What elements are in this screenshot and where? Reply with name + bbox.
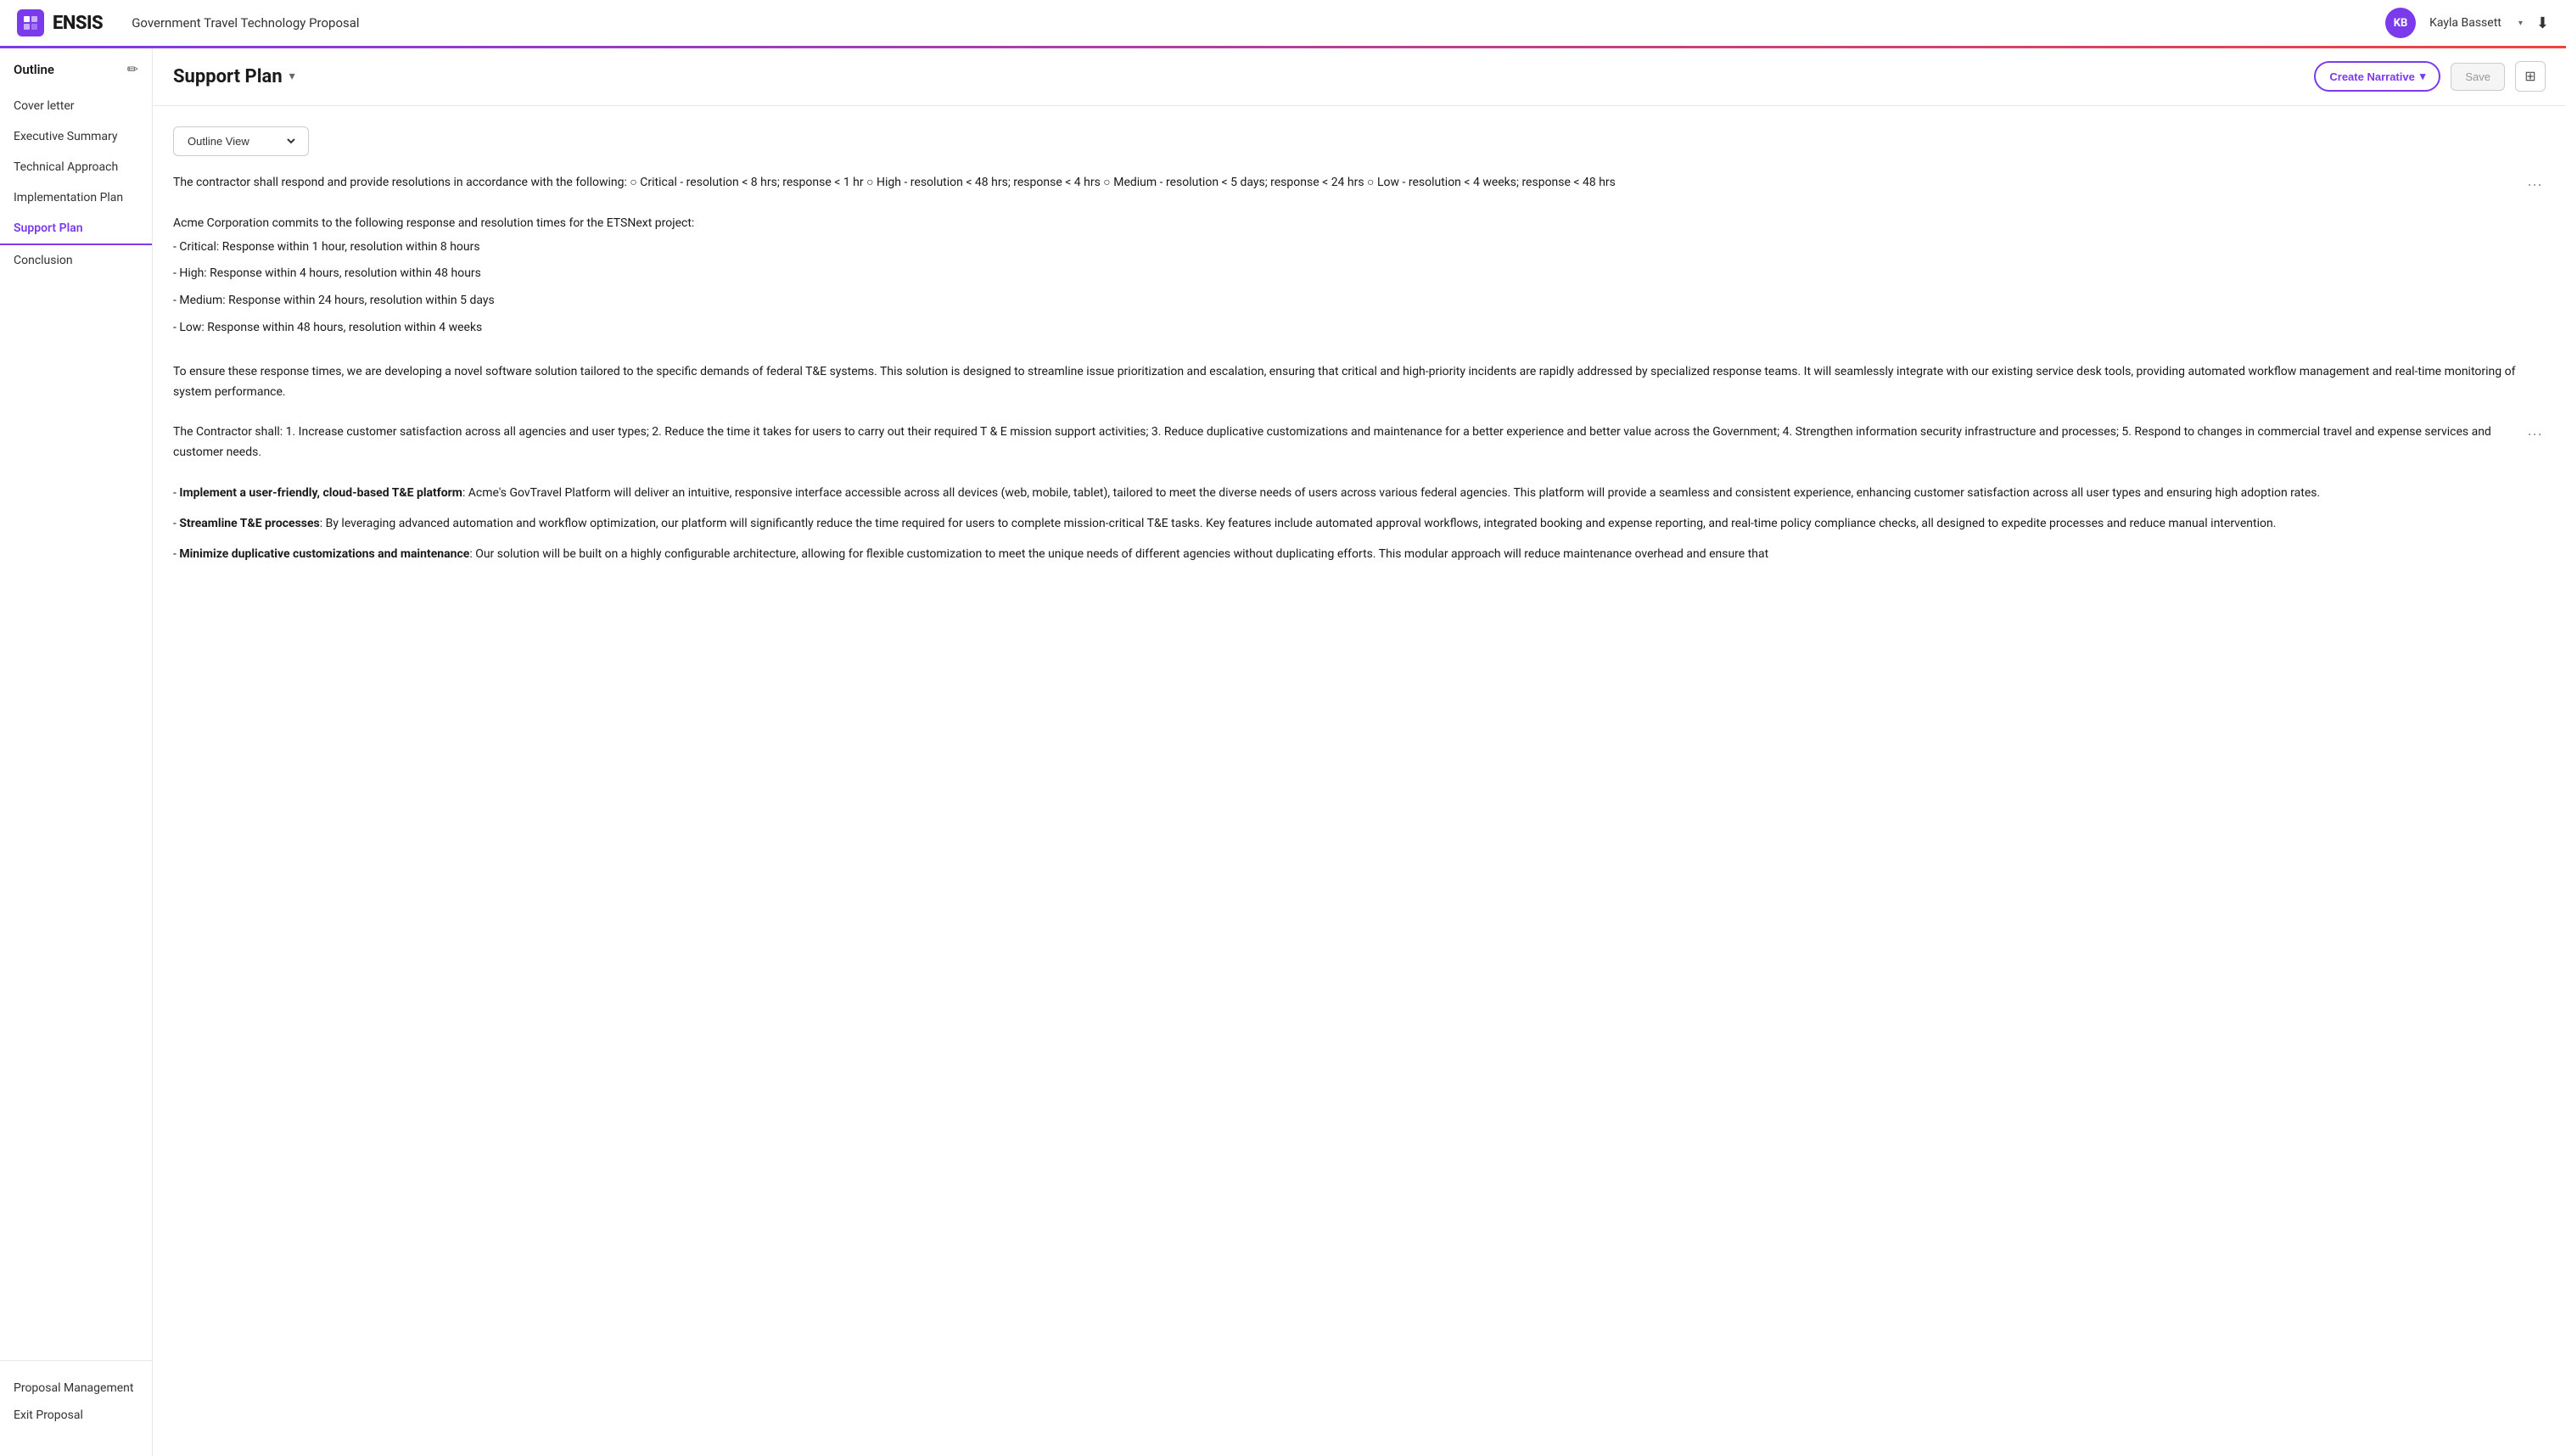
sidebar-title: Outline (14, 62, 54, 77)
columns-icon: ⊞ (2524, 68, 2535, 85)
project-title: Government Travel Technology Proposal (132, 15, 359, 31)
sidebar-item-technical-approach[interactable]: Technical Approach (0, 152, 152, 182)
sidebar-item-support-plan[interactable]: Support Plan (0, 213, 152, 245)
app-layout: Outline ✏ Cover letter Executive Summary… (0, 48, 2566, 1456)
save-button[interactable]: Save (2451, 63, 2505, 91)
page-title-area: Support Plan ▾ (173, 66, 295, 87)
create-narrative-chevron-icon: ▾ (2420, 70, 2426, 83)
view-selector-dropdown[interactable]: Outline View Detail View (184, 134, 298, 148)
sidebar-item-exit-proposal[interactable]: Exit Proposal (14, 1402, 138, 1429)
user-name: Kayla Bassett (2429, 16, 2502, 30)
content-block-1: The contractor shall respond and provide… (173, 173, 2546, 193)
content-area: Outline View Detail View The contractor … (153, 106, 2566, 1456)
block-4-text: The Contractor shall: 1. Increase custom… (173, 423, 2518, 463)
create-narrative-button[interactable]: Create Narrative ▾ (2314, 61, 2440, 92)
block-5-item-3: - Minimize duplicative customizations an… (173, 545, 2518, 565)
list-item: - Critical: Response within 1 hour, reso… (173, 234, 2518, 261)
logo-icon (17, 9, 44, 36)
content-block-5: - Implement a user-friendly, cloud-based… (173, 484, 2546, 564)
page-title-chevron-icon[interactable]: ▾ (289, 70, 295, 83)
block-1-menu-icon[interactable]: ⋯ (2524, 173, 2546, 198)
page-header: Support Plan ▾ Create Narrative ▾ Save ⊞ (153, 48, 2566, 106)
sidebar-header: Outline ✏ (0, 61, 152, 91)
list-item: - Low: Response within 48 hours, resolut… (173, 315, 2518, 342)
block-4-menu-icon[interactable]: ⋯ (2524, 423, 2546, 447)
view-selector-wrap: Outline View Detail View (173, 126, 2546, 156)
page-title: Support Plan (173, 66, 283, 87)
logo-text: ENSIS (53, 13, 103, 34)
block-5-item-2: - Streamline T&E processes: By leveragin… (173, 514, 2518, 535)
block-3-text: To ensure these response times, we are d… (173, 362, 2518, 403)
content-block-4: The Contractor shall: 1. Increase custom… (173, 423, 2546, 463)
view-selector[interactable]: Outline View Detail View (173, 126, 309, 156)
user-menu-chevron-icon[interactable]: ▾ (2518, 19, 2523, 28)
header-right: KB Kayla Bassett ▾ ⬇ (2385, 8, 2549, 38)
content-block-3: To ensure these response times, we are d… (173, 362, 2546, 403)
block-2-list: - Critical: Response within 1 hour, reso… (173, 234, 2518, 342)
sidebar-item-cover-letter[interactable]: Cover letter (0, 91, 152, 121)
view-toggle-button[interactable]: ⊞ (2515, 61, 2546, 92)
create-narrative-label: Create Narrative (2329, 70, 2414, 83)
block-2-intro: Acme Corporation commits to the followin… (173, 214, 2518, 234)
block-1-text: The contractor shall respond and provide… (173, 173, 2518, 193)
sidebar-item-conclusion[interactable]: Conclusion (0, 245, 152, 276)
download-icon[interactable]: ⬇ (2536, 14, 2549, 32)
sidebar-item-proposal-management[interactable]: Proposal Management (14, 1375, 138, 1402)
edit-icon[interactable]: ✏ (127, 61, 138, 77)
list-item: - Medium: Response within 24 hours, reso… (173, 288, 2518, 315)
sidebar: Outline ✏ Cover letter Executive Summary… (0, 48, 153, 1456)
block-5-item-1: - Implement a user-friendly, cloud-based… (173, 484, 2518, 504)
app-header: ENSIS Government Travel Technology Propo… (0, 0, 2566, 48)
main-content: Support Plan ▾ Create Narrative ▾ Save ⊞ (153, 48, 2566, 1456)
sidebar-footer: Proposal Management Exit Proposal (0, 1360, 152, 1442)
content-block-2: Acme Corporation commits to the followin… (173, 214, 2546, 342)
logo-area: ENSIS Government Travel Technology Propo… (17, 9, 360, 36)
sidebar-item-executive-summary[interactable]: Executive Summary (0, 121, 152, 152)
avatar: KB (2385, 8, 2416, 38)
header-actions: Create Narrative ▾ Save ⊞ (2314, 61, 2546, 92)
sidebar-nav: Cover letter Executive Summary Technical… (0, 91, 152, 1360)
sidebar-item-implementation-plan[interactable]: Implementation Plan (0, 182, 152, 213)
list-item: - High: Response within 4 hours, resolut… (173, 260, 2518, 288)
